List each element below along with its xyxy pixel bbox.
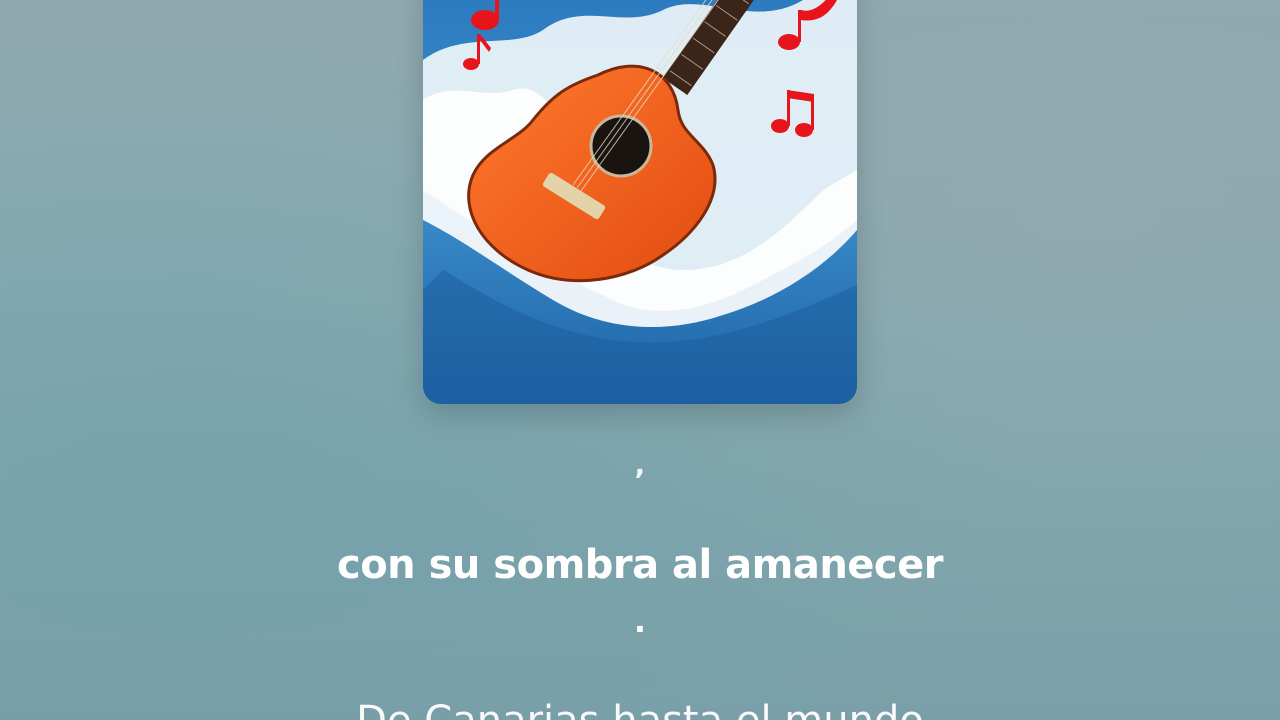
- lyrics-panel: , con su sombra al amanecer . De Canaria…: [0, 430, 1280, 720]
- album-cover: [423, 0, 857, 404]
- lyric-line-separator: .: [633, 602, 647, 640]
- guitar-wave-artwork: [423, 0, 857, 404]
- lyric-line-next: De Canarias hasta el mundo: [0, 698, 1280, 720]
- lyrics-player: , con su sombra al amanecer . De Canaria…: [0, 0, 1280, 720]
- lyric-line-previous: ,: [634, 448, 646, 481]
- lyric-line-current: con su sombra al amanecer: [336, 542, 944, 588]
